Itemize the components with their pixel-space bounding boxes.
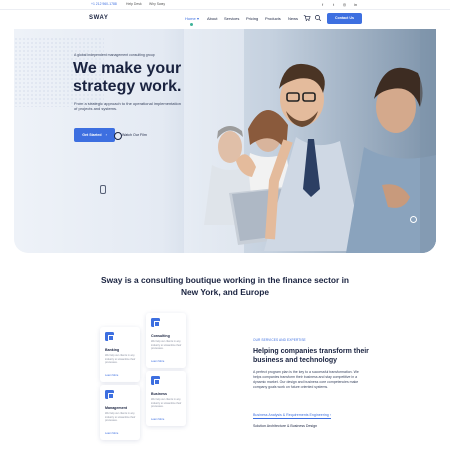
expertise-eyebrow: OUR SERVICES AND EXPERTISE xyxy=(253,338,306,342)
nav-item-pricing[interactable]: Pricing xyxy=(246,16,258,21)
contact-us-button[interactable]: Contact Us xyxy=(327,13,362,24)
why-sway-link[interactable]: Why Sway xyxy=(149,2,165,6)
card-description: We help our clients in any industry to s… xyxy=(105,354,136,365)
nav-item-about[interactable]: About xyxy=(207,16,217,21)
card-more-link[interactable]: Learn More xyxy=(105,374,118,377)
scroll-mouse-icon[interactable] xyxy=(100,185,106,194)
service-card-consulting[interactable]: Consulting We help our clients in any in… xyxy=(146,313,186,368)
help-desk-link[interactable]: Help Desk xyxy=(126,2,142,6)
linkedin-icon[interactable]: in xyxy=(352,1,359,8)
play-icon xyxy=(114,132,122,140)
logo[interactable]: SWAY xyxy=(89,15,109,21)
twitter-icon[interactable]: t xyxy=(330,1,337,8)
hero-subtitle: From a strategic approach to the operati… xyxy=(74,101,181,112)
card-description: We help our clients in any industry to s… xyxy=(105,412,136,423)
top-bar: +1 212 960-1788 Help Desk Why Sway f t ◎… xyxy=(0,0,450,9)
expertise-title: Helping companies transform their busine… xyxy=(253,348,369,364)
consulting-icon xyxy=(151,318,160,327)
solution-architecture-link[interactable]: Solution Architecture & Business Design xyxy=(253,424,317,428)
card-title: Banking xyxy=(105,348,120,352)
banking-icon xyxy=(105,332,114,341)
service-card-management[interactable]: Management We help our clients in any in… xyxy=(100,385,140,440)
watch-film-button[interactable]: Watch Our Film xyxy=(114,132,147,140)
nav-item-home[interactable]: Home xyxy=(185,16,196,21)
card-description: We help our clients in any industry to s… xyxy=(151,340,182,351)
nav-item-services[interactable]: Services xyxy=(224,16,239,21)
instagram-icon[interactable]: ◎ xyxy=(341,1,348,8)
watch-film-label: Watch Our Film xyxy=(122,133,147,137)
active-indicator xyxy=(190,23,193,26)
cart-icon[interactable] xyxy=(303,14,311,22)
card-more-link[interactable]: Learn More xyxy=(151,418,164,421)
management-icon xyxy=(105,390,114,399)
card-more-link[interactable]: Learn More xyxy=(151,360,164,363)
main-nav: SWAY Home ▾ About Services Pricing Produ… xyxy=(0,10,450,28)
business-analysis-link[interactable]: Business Analysis & Requirements Enginee… xyxy=(253,413,331,419)
get-started-button[interactable]: Get Started › xyxy=(74,128,115,142)
slider-dot[interactable] xyxy=(410,216,417,223)
business-analysis-label: Business Analysis & Requirements Enginee… xyxy=(253,413,329,417)
section-tagline: Sway is a consulting boutique working in… xyxy=(100,275,350,297)
phone-link[interactable]: +1 212 960-1788 xyxy=(91,2,117,6)
facebook-icon[interactable]: f xyxy=(319,1,326,8)
business-icon xyxy=(151,376,160,385)
card-title: Business xyxy=(151,392,167,396)
service-card-banking[interactable]: Banking We help our clients in any indus… xyxy=(100,327,140,382)
expertise-paragraph: A perfect program plan is the key to a s… xyxy=(253,370,359,389)
get-started-label: Get Started xyxy=(82,133,102,137)
chevron-down-icon[interactable]: ▾ xyxy=(197,16,199,21)
arrow-right-icon: › xyxy=(329,413,331,417)
arrow-right-icon: › xyxy=(105,133,107,137)
hero-team-photo xyxy=(184,29,436,253)
card-more-link[interactable]: Learn More xyxy=(105,432,118,435)
nav-item-news[interactable]: News xyxy=(288,16,298,21)
hero-eyebrow: A global independent management consulti… xyxy=(74,53,155,57)
nav-item-products[interactable]: Products xyxy=(265,16,281,21)
search-icon[interactable] xyxy=(314,14,322,22)
hero-headline: We make your strategy work. xyxy=(73,60,182,95)
service-card-business[interactable]: Business We help our clients in any indu… xyxy=(146,371,186,426)
card-title: Consulting xyxy=(151,334,170,338)
card-description: We help our clients in any industry to s… xyxy=(151,398,182,409)
card-title: Management xyxy=(105,406,127,410)
